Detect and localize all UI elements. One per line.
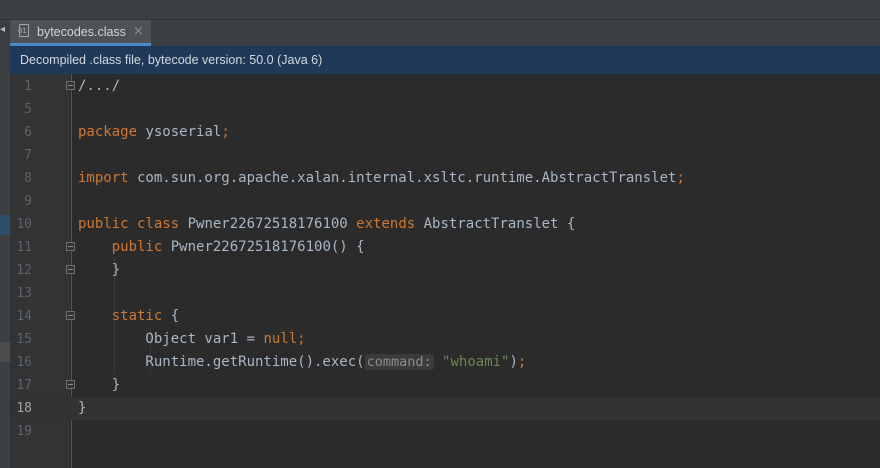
line-number: 12: [16, 263, 32, 278]
code-line[interactable]: 16 Runtime.getRuntime().exec(command: "w…: [10, 351, 880, 374]
code-token: ;: [297, 331, 306, 347]
code-text: }: [78, 374, 120, 397]
fold-toggle-icon[interactable]: [66, 81, 75, 90]
line-number: 11: [16, 240, 32, 255]
line-number: 16: [16, 355, 32, 370]
collapse-arrow-icon[interactable]: ◂: [0, 25, 5, 35]
line-number: 17: [16, 378, 32, 393]
code-token: com.sun.org.apache.xalan.internal.xsltc.…: [128, 170, 677, 186]
decompiled-notice-banner: Decompiled .class file, bytecode version…: [10, 46, 880, 74]
fold-toggle-icon[interactable]: [66, 265, 75, 274]
code-token: {: [162, 308, 180, 324]
fold-toggle-icon[interactable]: [66, 380, 75, 389]
code-editor[interactable]: 1 /.../ 5 6 package ysoserial; 7 8 import com.s…: [10, 74, 880, 468]
fold-toggle-icon[interactable]: [66, 242, 75, 251]
line-number: 10: [16, 217, 32, 232]
line-number: 13: [16, 286, 32, 301]
tab-label: bytecodes.class: [37, 24, 126, 39]
code-line[interactable]: 15 Object var1 = null;: [10, 328, 880, 351]
line-number: 19: [16, 424, 32, 439]
code-token: null: [263, 331, 298, 347]
line-number: 1: [24, 79, 32, 94]
code-line[interactable]: 6 package ysoserial;: [10, 121, 880, 144]
line-number: 6: [24, 125, 32, 140]
code-token: AbstractTranslet {: [415, 216, 576, 232]
code-line[interactable]: 8 import com.sun.org.apache.xalan.interna…: [10, 167, 880, 190]
code-line[interactable]: 7: [10, 144, 880, 167]
code-token: Pwner22672518176100: [179, 216, 357, 232]
class-file-icon: 01: [18, 24, 31, 39]
code-token: package: [78, 124, 138, 140]
code-token: }: [78, 400, 87, 416]
code-line[interactable]: 14 static {: [10, 305, 880, 328]
code-line[interactable]: 10 public class Pwner22672518176100 exten…: [10, 213, 880, 236]
title-bar: [0, 0, 880, 20]
line-number: 7: [24, 148, 32, 163]
code-text: package ysoserial;: [78, 121, 230, 144]
line-number: 15: [16, 332, 32, 347]
code-line[interactable]: 9: [10, 190, 880, 213]
decompiled-notice-text: Decompiled .class file, bytecode version…: [20, 53, 323, 67]
code-text: /.../: [78, 75, 120, 98]
code-token: public: [111, 239, 163, 255]
code-token: public class: [78, 216, 180, 232]
code-token: ysoserial: [137, 124, 222, 140]
line-number: 5: [24, 102, 32, 117]
project-tool-strip[interactable]: ◂: [0, 20, 10, 468]
editor-tab-bar: 01 bytecodes.class ×: [10, 20, 880, 46]
code-line[interactable]: 1 /.../: [10, 75, 880, 98]
code-text: public class Pwner22672518176100 extends…: [78, 213, 575, 236]
code-token: Object var1 =: [78, 331, 264, 347]
code-token: ;: [676, 170, 685, 186]
code-token: }: [78, 262, 121, 278]
code-token: Runtime.getRuntime().exec(: [78, 354, 365, 370]
line-number: 14: [16, 309, 32, 324]
code-token: static: [111, 308, 163, 324]
code-text: import com.sun.org.apache.xalan.internal…: [78, 167, 685, 190]
code-line[interactable]: 17 }: [10, 374, 880, 397]
code-token: ;: [517, 354, 527, 370]
line-number: 8: [24, 171, 32, 186]
code-text: }: [78, 259, 120, 282]
code-line[interactable]: 12 }: [10, 259, 880, 282]
code-token: }: [78, 377, 121, 393]
code-text: Runtime.getRuntime().exec(command: "whoa…: [78, 351, 526, 374]
code-line[interactable]: 13: [10, 282, 880, 305]
code-text: Object var1 = null;: [78, 328, 306, 351]
code-text: static {: [78, 305, 179, 328]
code-line[interactable]: 19: [10, 420, 880, 443]
line-number: 18: [16, 401, 32, 416]
parameter-hint: command:: [364, 354, 434, 370]
code-token: extends: [356, 216, 416, 232]
close-icon[interactable]: ×: [133, 25, 144, 38]
line-number: 9: [24, 194, 32, 209]
code-token: ): [509, 354, 518, 370]
code-text: }: [78, 397, 86, 420]
code-line[interactable]: 11 public Pwner22672518176100() {: [10, 236, 880, 259]
code-token: "whoami": [442, 354, 510, 370]
code-token: /.../: [78, 78, 121, 94]
tab-bytecodes-class[interactable]: 01 bytecodes.class ×: [10, 20, 151, 46]
code-line[interactable]: 18}: [10, 397, 880, 420]
code-token: import: [78, 170, 129, 186]
fold-toggle-icon[interactable]: [66, 311, 75, 320]
code-line[interactable]: 5: [10, 98, 880, 121]
selected-tree-item-marker: [0, 215, 10, 235]
tree-item-marker: [0, 342, 10, 362]
code-token: Pwner22672518176100() {: [162, 239, 365, 255]
code-text: public Pwner22672518176100() {: [78, 236, 365, 259]
code-token: ;: [221, 124, 230, 140]
